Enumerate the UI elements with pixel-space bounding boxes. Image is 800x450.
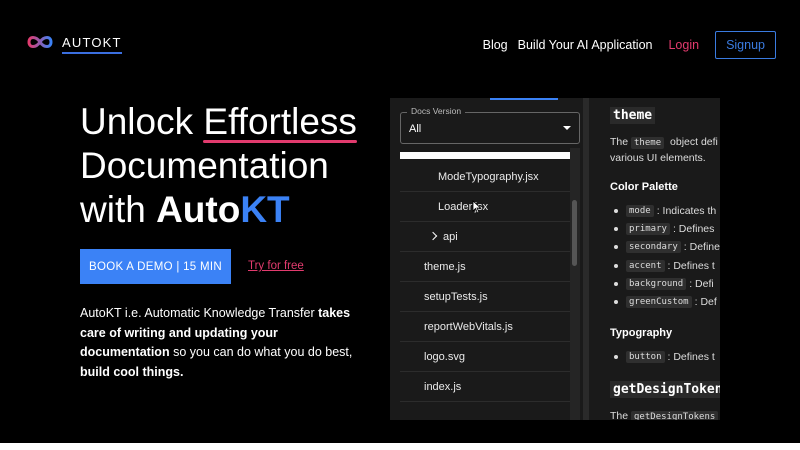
li-code: greenCustom xyxy=(626,296,692,308)
mouse-cursor-icon xyxy=(472,200,482,214)
tree-item[interactable]: setupTests.js xyxy=(400,282,572,312)
infinity-logo-icon xyxy=(27,36,53,48)
p2-pre: The xyxy=(610,410,632,420)
hero-brand-auto: Auto xyxy=(156,189,241,230)
hero-description: AutoKT i.e. Automatic Knowledge Transfer… xyxy=(80,304,360,382)
tree-item[interactable]: theme.js xyxy=(400,252,572,282)
book-demo-button[interactable]: BOOK A DEMO | 15 MIN xyxy=(80,249,231,284)
p1-post: object defi xyxy=(667,136,718,148)
pane-divider xyxy=(583,98,589,420)
li-code: accent xyxy=(626,260,665,272)
tree-item[interactable]: logo.svg xyxy=(400,342,572,372)
theme-paragraph: The theme object defi xyxy=(610,134,718,151)
desc-part-4: build cool things. xyxy=(80,364,184,379)
tree-scrollbar[interactable] xyxy=(570,148,580,420)
list-item: button: Defines t xyxy=(614,351,715,363)
tree-selected-bar xyxy=(400,152,570,159)
file-tree: ModeTypography.jsx Loader.jsx api theme.… xyxy=(400,148,572,420)
p1-code: theme xyxy=(631,137,665,149)
li-text: : Defi xyxy=(689,278,714,290)
docs-content: theme The theme object defi various UI e… xyxy=(600,98,720,420)
top-nav: Blog Build Your AI Application Login Sig… xyxy=(473,31,776,59)
tree-item-label: logo.svg xyxy=(424,350,465,363)
nav-build-link[interactable]: Build Your AI Application xyxy=(518,38,653,52)
desc-part-3: so you can do what you do best, xyxy=(169,345,353,359)
li-text: : Def xyxy=(694,296,717,308)
active-tab-indicator xyxy=(490,98,558,100)
tree-item[interactable]: ModeTypography.jsx xyxy=(400,162,572,192)
tree-folder-api[interactable]: api xyxy=(400,222,572,252)
list-item: mode: Indicates th xyxy=(614,205,716,217)
docs-version-label: Docs Version xyxy=(407,106,466,116)
li-text: : Defines t xyxy=(667,351,715,363)
hero-line3-pre: with xyxy=(80,189,157,230)
docs-version-value: All xyxy=(409,123,422,135)
tree-item[interactable]: Loader.jsx xyxy=(400,192,572,222)
nav-blog-link[interactable]: Blog xyxy=(483,38,508,52)
tree-item-label: setupTests.js xyxy=(424,290,488,303)
landing-page: AUTOKT Blog Build Your AI Application Lo… xyxy=(0,0,800,443)
chevron-right-icon xyxy=(428,231,438,240)
theme-paragraph-line2: various UI elements. xyxy=(610,152,706,164)
li-code: button xyxy=(626,351,665,363)
list-item: greenCustom: Def xyxy=(614,296,717,308)
tree-item-label: reportWebVitals.js xyxy=(424,320,513,333)
hero-brand-kt: KT xyxy=(240,189,290,230)
li-code: secondary xyxy=(626,241,681,253)
tree-item[interactable]: reportWebVitals.js xyxy=(400,312,572,342)
li-text: : Define xyxy=(683,241,720,253)
try-free-link[interactable]: Try for free xyxy=(248,260,304,272)
hero-highlight-word: Effortless xyxy=(203,101,357,143)
signup-button[interactable]: Signup xyxy=(715,31,776,59)
li-code: background xyxy=(626,278,687,290)
list-item: primary: Defines xyxy=(614,223,714,235)
tree-item-label: api xyxy=(443,230,458,243)
li-text: : Defines xyxy=(672,223,715,235)
typography-heading: Typography xyxy=(610,327,673,339)
design-paragraph: The getDesignTokens xyxy=(610,408,720,420)
li-code: primary xyxy=(626,223,670,235)
li-text: : Indicates th xyxy=(656,205,717,217)
hero-line1-pre: Unlock xyxy=(80,101,204,142)
theme-heading: theme xyxy=(610,107,656,124)
p1-pre: The xyxy=(610,136,632,148)
hero-line1: Unlock Effortless xyxy=(80,101,357,143)
hero-line2: Documentation xyxy=(80,145,329,186)
desc-part-1: AutoKT i.e. Automatic Knowledge Transfer xyxy=(80,306,319,320)
dropdown-arrow-icon xyxy=(563,126,571,130)
li-code: mode xyxy=(626,205,654,217)
list-item: secondary: Define xyxy=(614,241,720,253)
tree-item-label: index.js xyxy=(424,380,462,393)
tree-item[interactable]: index.js xyxy=(400,372,572,402)
p2-code: getDesignTokens xyxy=(631,411,719,420)
tree-item-label: ModeTypography.jsx xyxy=(438,170,539,183)
hero-title: Unlock Effortless Documentation with Aut… xyxy=(80,100,357,232)
li-text: : Defines t xyxy=(667,260,715,272)
scrollbar-thumb[interactable] xyxy=(572,200,577,266)
list-item: accent: Defines t xyxy=(614,260,715,272)
design-tokens-heading: getDesignToken xyxy=(610,381,720,398)
nav-login-link[interactable]: Login xyxy=(668,38,699,52)
brand-logo[interactable]: AUTOKT xyxy=(26,34,122,54)
tree-item-label: theme.js xyxy=(424,260,466,273)
docs-version-select[interactable]: Docs Version All xyxy=(400,106,580,144)
hero-line3: with AutoKT xyxy=(80,189,290,230)
brand-name: AUTOKT xyxy=(62,34,122,54)
list-item: background: Defi xyxy=(614,278,714,290)
color-palette-heading: Color Palette xyxy=(610,181,678,193)
docs-preview: Docs Version All ModeTypography.jsx Load… xyxy=(390,98,720,420)
